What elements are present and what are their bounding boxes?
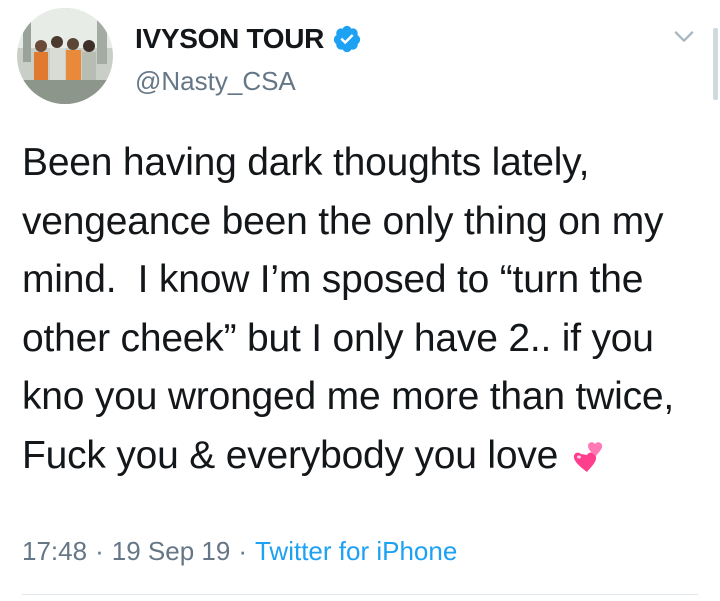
display-name[interactable]: IVYSON TOUR	[135, 23, 324, 55]
tweet-time[interactable]: 17:48	[22, 536, 87, 567]
avatar[interactable]	[17, 8, 113, 104]
tweet-source-link[interactable]: Twitter for iPhone	[255, 536, 457, 567]
tweet-card: IVYSON TOUR @Nasty_CSA Been having dark …	[0, 0, 720, 601]
chevron-down-icon[interactable]	[670, 22, 698, 50]
tweet-meta: 17:48 · 19 Sep 19 · Twitter for iPhone	[22, 536, 457, 567]
two-hearts-emoji-icon	[573, 440, 611, 474]
meta-separator: ·	[95, 536, 104, 566]
group-photo-avatar-icon	[17, 8, 113, 104]
verified-badge-icon	[332, 24, 362, 54]
display-name-row: IVYSON TOUR	[135, 20, 362, 58]
divider	[22, 594, 698, 595]
tweet-text: Been having dark thoughts lately, vengea…	[22, 134, 702, 485]
meta-separator: ·	[238, 536, 247, 566]
scrollbar[interactable]	[713, 28, 718, 100]
tweet-date[interactable]: 19 Sep 19	[112, 536, 231, 567]
tweet-body: Been having dark thoughts lately, vengea…	[22, 141, 685, 477]
user-handle[interactable]: @Nasty_CSA	[135, 66, 296, 97]
